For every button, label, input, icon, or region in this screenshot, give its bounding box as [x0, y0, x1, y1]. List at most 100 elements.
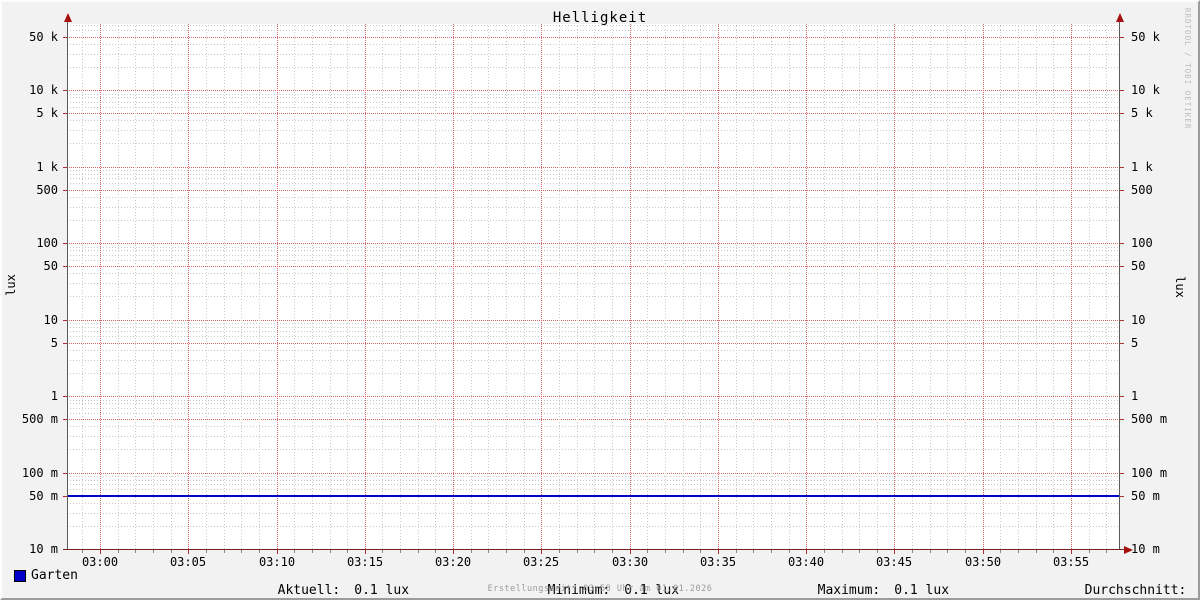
- gridline-v: [630, 24, 631, 549]
- graph-stage: 50 k 50 k 10 k 10 k5 k5 k1 k1 k 500 500 100 100…: [2, 2, 1198, 598]
- x-tick: [382, 550, 383, 553]
- x-axis-label: 03:35: [699, 555, 737, 569]
- x-axis-label: 03:50: [964, 555, 1002, 569]
- gridline-v: [382, 24, 383, 549]
- x-tick: [1089, 550, 1090, 553]
- x-tick: [241, 550, 242, 553]
- x-tick: [135, 550, 136, 553]
- gridline-v: [983, 24, 984, 549]
- gridline-v: [647, 24, 648, 549]
- gridline-v: [453, 24, 454, 549]
- gridline-v: [259, 24, 260, 549]
- gridline-v: [277, 24, 278, 549]
- x-tick: [1053, 550, 1054, 553]
- x-tick: [771, 550, 772, 553]
- x-tick: [100, 550, 101, 554]
- gridline-v: [506, 24, 507, 549]
- x-tick: [806, 550, 807, 554]
- x-tick: [471, 550, 472, 553]
- x-tick: [577, 550, 578, 553]
- x-tick: [488, 550, 489, 553]
- legend-row: Garten Aktuell: 0.1 lux Minimum: 0.1 lux M…: [2, 568, 1198, 598]
- x-tick: [277, 550, 278, 554]
- gridline-v: [947, 24, 948, 549]
- y-tick: [1120, 496, 1124, 497]
- x-axis-label: 03:25: [522, 555, 560, 569]
- gridline-v: [612, 24, 613, 549]
- x-tick: [594, 550, 595, 553]
- x-tick: [753, 550, 754, 553]
- x-axis-label: 03:10: [258, 555, 296, 569]
- x-tick: [559, 550, 560, 553]
- y-tick: [1120, 90, 1124, 91]
- gridline-v: [912, 24, 913, 549]
- x-tick: [647, 550, 648, 553]
- gridline-v: [435, 24, 436, 549]
- x-tick: [983, 550, 984, 554]
- x-tick: [330, 550, 331, 553]
- x-tick: [435, 550, 436, 553]
- gridline-v: [1036, 24, 1037, 549]
- gridline-v: [100, 24, 101, 549]
- x-tick: [842, 550, 843, 553]
- x-tick: [82, 550, 83, 553]
- x-axis-label: 03:45: [875, 555, 913, 569]
- y-axis-label: 50 k: [29, 30, 58, 44]
- gridline-v: [365, 24, 366, 549]
- y-axis-label: 50: [1131, 259, 1146, 273]
- x-tick: [153, 550, 154, 553]
- rrdtool-watermark: RRDTOOL / TOBI OETIKER: [1183, 8, 1192, 130]
- gridline-v: [859, 24, 860, 549]
- x-tick: [1018, 550, 1019, 553]
- series-line-garten: [67, 495, 1119, 497]
- x-axis-arrow-icon: [1124, 546, 1133, 554]
- x-tick: [824, 550, 825, 553]
- x-axis-label: 03:00: [81, 555, 119, 569]
- gridline-v: [524, 24, 525, 549]
- x-axis-label: 03:55: [1052, 555, 1090, 569]
- gridline-v: [736, 24, 737, 549]
- x-tick: [506, 550, 507, 553]
- gridline-v: [824, 24, 825, 549]
- legend-swatch-garten: [14, 570, 26, 582]
- gridline-v: [188, 24, 189, 549]
- x-tick: [859, 550, 860, 553]
- gridline-v: [718, 24, 719, 549]
- y-tick: [1120, 190, 1124, 191]
- y-axis-label: 10 k: [29, 83, 58, 97]
- y-axis-label: 100 m: [21, 466, 58, 480]
- x-tick: [736, 550, 737, 553]
- x-axis-line: [63, 549, 1125, 550]
- y-axis-label: 10 m: [1131, 542, 1160, 556]
- x-tick: [1036, 550, 1037, 553]
- y-tick: [1120, 473, 1124, 474]
- gridline-v: [418, 24, 419, 549]
- y-tick: [1120, 343, 1124, 344]
- chart-title: Helligkeit: [552, 10, 648, 26]
- x-tick: [912, 550, 913, 553]
- gridline-v: [541, 24, 542, 549]
- gridline-v: [82, 24, 83, 549]
- x-tick: [259, 550, 260, 553]
- gridline-v: [1089, 24, 1090, 549]
- y-axis-label: 50 m: [1131, 489, 1160, 503]
- gridline-v: [771, 24, 772, 549]
- gridline-v: [683, 24, 684, 549]
- gridline-v: [153, 24, 154, 549]
- x-axis-label: 03:05: [169, 555, 207, 569]
- x-tick: [206, 550, 207, 553]
- y-axis-label: 1 k: [1131, 160, 1153, 174]
- gridline-v: [789, 24, 790, 549]
- y-axis-label: 10: [1131, 313, 1146, 327]
- gridline-v: [330, 24, 331, 549]
- gridline-v: [312, 24, 313, 549]
- y-axis-label: 10: [43, 313, 58, 327]
- x-tick: [347, 550, 348, 553]
- gridline-v: [241, 24, 242, 549]
- x-tick: [312, 550, 313, 553]
- x-tick: [453, 550, 454, 554]
- y-tick: [1120, 113, 1124, 114]
- x-axis-label: 03:30: [611, 555, 649, 569]
- gridline-v: [1018, 24, 1019, 549]
- gridline-v: [930, 24, 931, 549]
